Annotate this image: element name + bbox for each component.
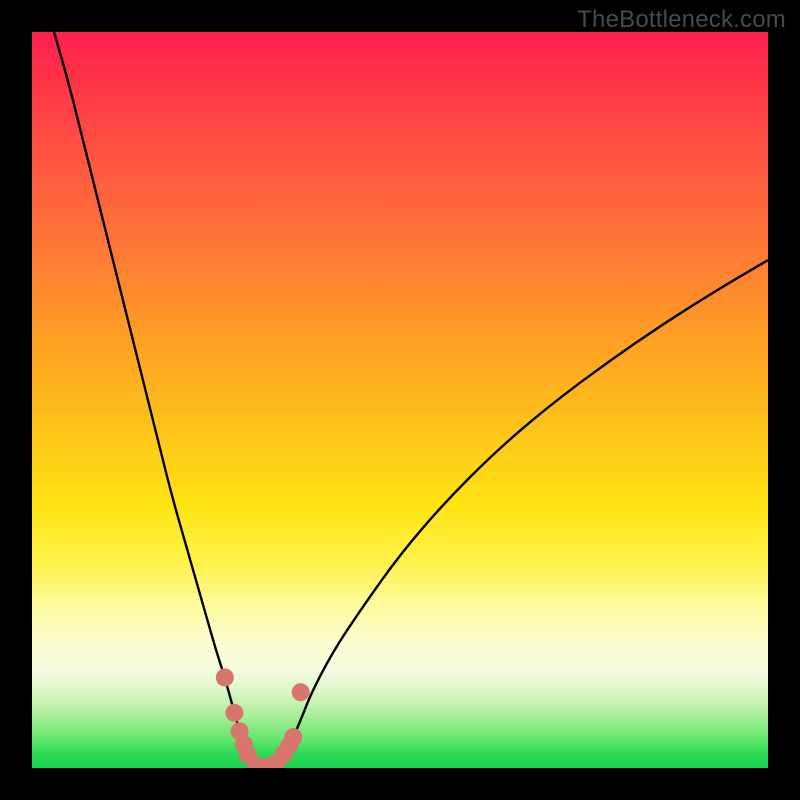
- watermark-text: TheBottleneck.com: [577, 6, 786, 34]
- sample-point: [216, 668, 234, 686]
- sample-point: [292, 683, 310, 701]
- chart-frame: TheBottleneck.com: [0, 0, 800, 800]
- sample-points-group: [216, 668, 310, 768]
- sample-point: [284, 728, 302, 746]
- plot-area: [32, 32, 768, 768]
- sample-point: [225, 704, 243, 722]
- dots-layer: [32, 32, 768, 768]
